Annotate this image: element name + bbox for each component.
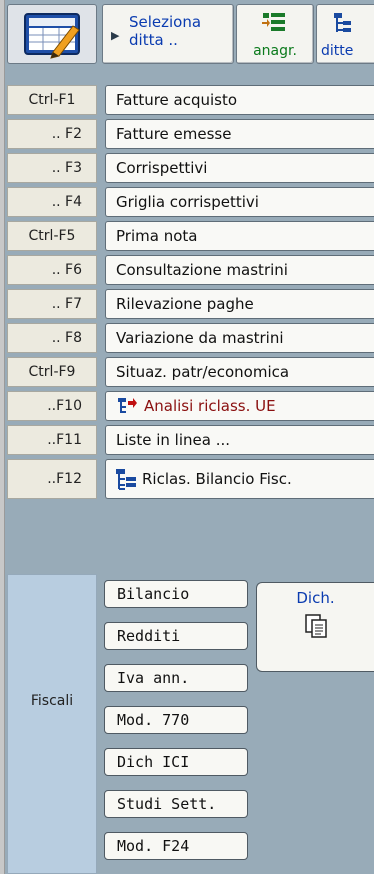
fatture-emesse-button[interactable]: Fatture emesse	[105, 119, 374, 149]
rilevazione-paghe-button[interactable]: Rilevazione paghe	[105, 289, 374, 319]
shortcut-key: .. F8	[7, 323, 97, 353]
shortcut-key: .. F6	[7, 255, 97, 285]
mod-770-button[interactable]: Mod. 770	[104, 706, 248, 734]
corrispettivi-button[interactable]: Corrispettivi	[105, 153, 374, 183]
fiscali-section-label: Fiscali	[7, 574, 97, 874]
ditte-button[interactable]: ditte	[316, 4, 374, 64]
shortcut-key: ..F11	[7, 425, 97, 455]
select-company-button[interactable]: ▶ Seleziona ditta ..	[102, 4, 234, 64]
anagrafica-label: anagr.	[253, 43, 297, 59]
prima-nota-button[interactable]: Prima nota	[105, 221, 374, 251]
situazione-patrimoniale-button[interactable]: Situaz. patr/economica	[105, 357, 374, 387]
hierarchy-list-icon	[116, 469, 136, 490]
shortcut-key: Ctrl-F9	[7, 357, 97, 387]
documents-icon	[304, 614, 327, 638]
riclas-bilancio-fisc-button[interactable]: Riclas. Bilancio Fisc.	[105, 459, 374, 499]
consultazione-mastrini-button[interactable]: Consultazione mastrini	[105, 255, 374, 285]
mod-f24-button[interactable]: Mod. F24	[104, 832, 248, 860]
liste-in-linea-button[interactable]: Liste in linea ...	[105, 425, 374, 455]
structure-arrow-icon	[118, 398, 137, 413]
analisi-riclass-ue-label: Analisi riclass. UE	[144, 397, 276, 415]
shortcut-key: Ctrl-F5	[7, 221, 97, 251]
shortcut-key: .. F4	[7, 187, 97, 217]
studi-settore-button[interactable]: Studi Sett.	[104, 790, 248, 818]
shortcut-key: Ctrl-F1	[7, 85, 97, 115]
tree-list-icon	[334, 13, 351, 32]
select-company-label: Seleziona ditta ..	[129, 13, 202, 49]
riclas-bilancio-fisc-label: Riclas. Bilancio Fisc.	[142, 470, 292, 488]
play-arrow-icon: ▶	[111, 29, 120, 42]
dichiarazioni-button[interactable]: Dich.	[256, 582, 374, 672]
ditte-label: ditte	[321, 43, 354, 59]
shortcut-key: ..F10	[7, 391, 97, 421]
accounting-app-icon[interactable]	[7, 4, 97, 64]
dich-ici-button[interactable]: Dich ICI	[104, 748, 248, 776]
variazione-mastrini-button[interactable]: Variazione da mastrini	[105, 323, 374, 353]
list-arrow-icon	[262, 13, 285, 31]
shortcut-key: .. F7	[7, 289, 97, 319]
ledger-pencil-icon	[24, 13, 80, 59]
shortcut-key: ..F12	[7, 459, 97, 499]
redditi-button[interactable]: Redditi	[104, 622, 248, 650]
dich-label: Dich.	[296, 589, 335, 607]
shortcut-key: .. F2	[7, 119, 97, 149]
griglia-corrispettivi-button[interactable]: Griglia corrispettivi	[105, 187, 374, 217]
fatture-acquisto-button[interactable]: Fatture acquisto	[105, 85, 374, 115]
shortcut-key: .. F3	[7, 153, 97, 183]
anagrafica-button[interactable]: anagr.	[236, 4, 314, 64]
left-border	[0, 0, 5, 874]
analisi-riclass-ue-button[interactable]: Analisi riclass. UE	[105, 391, 374, 421]
iva-annuale-button[interactable]: Iva ann.	[104, 664, 248, 692]
bilancio-button[interactable]: Bilancio	[104, 580, 248, 608]
fiscali-label: Fiscali	[30, 693, 74, 709]
